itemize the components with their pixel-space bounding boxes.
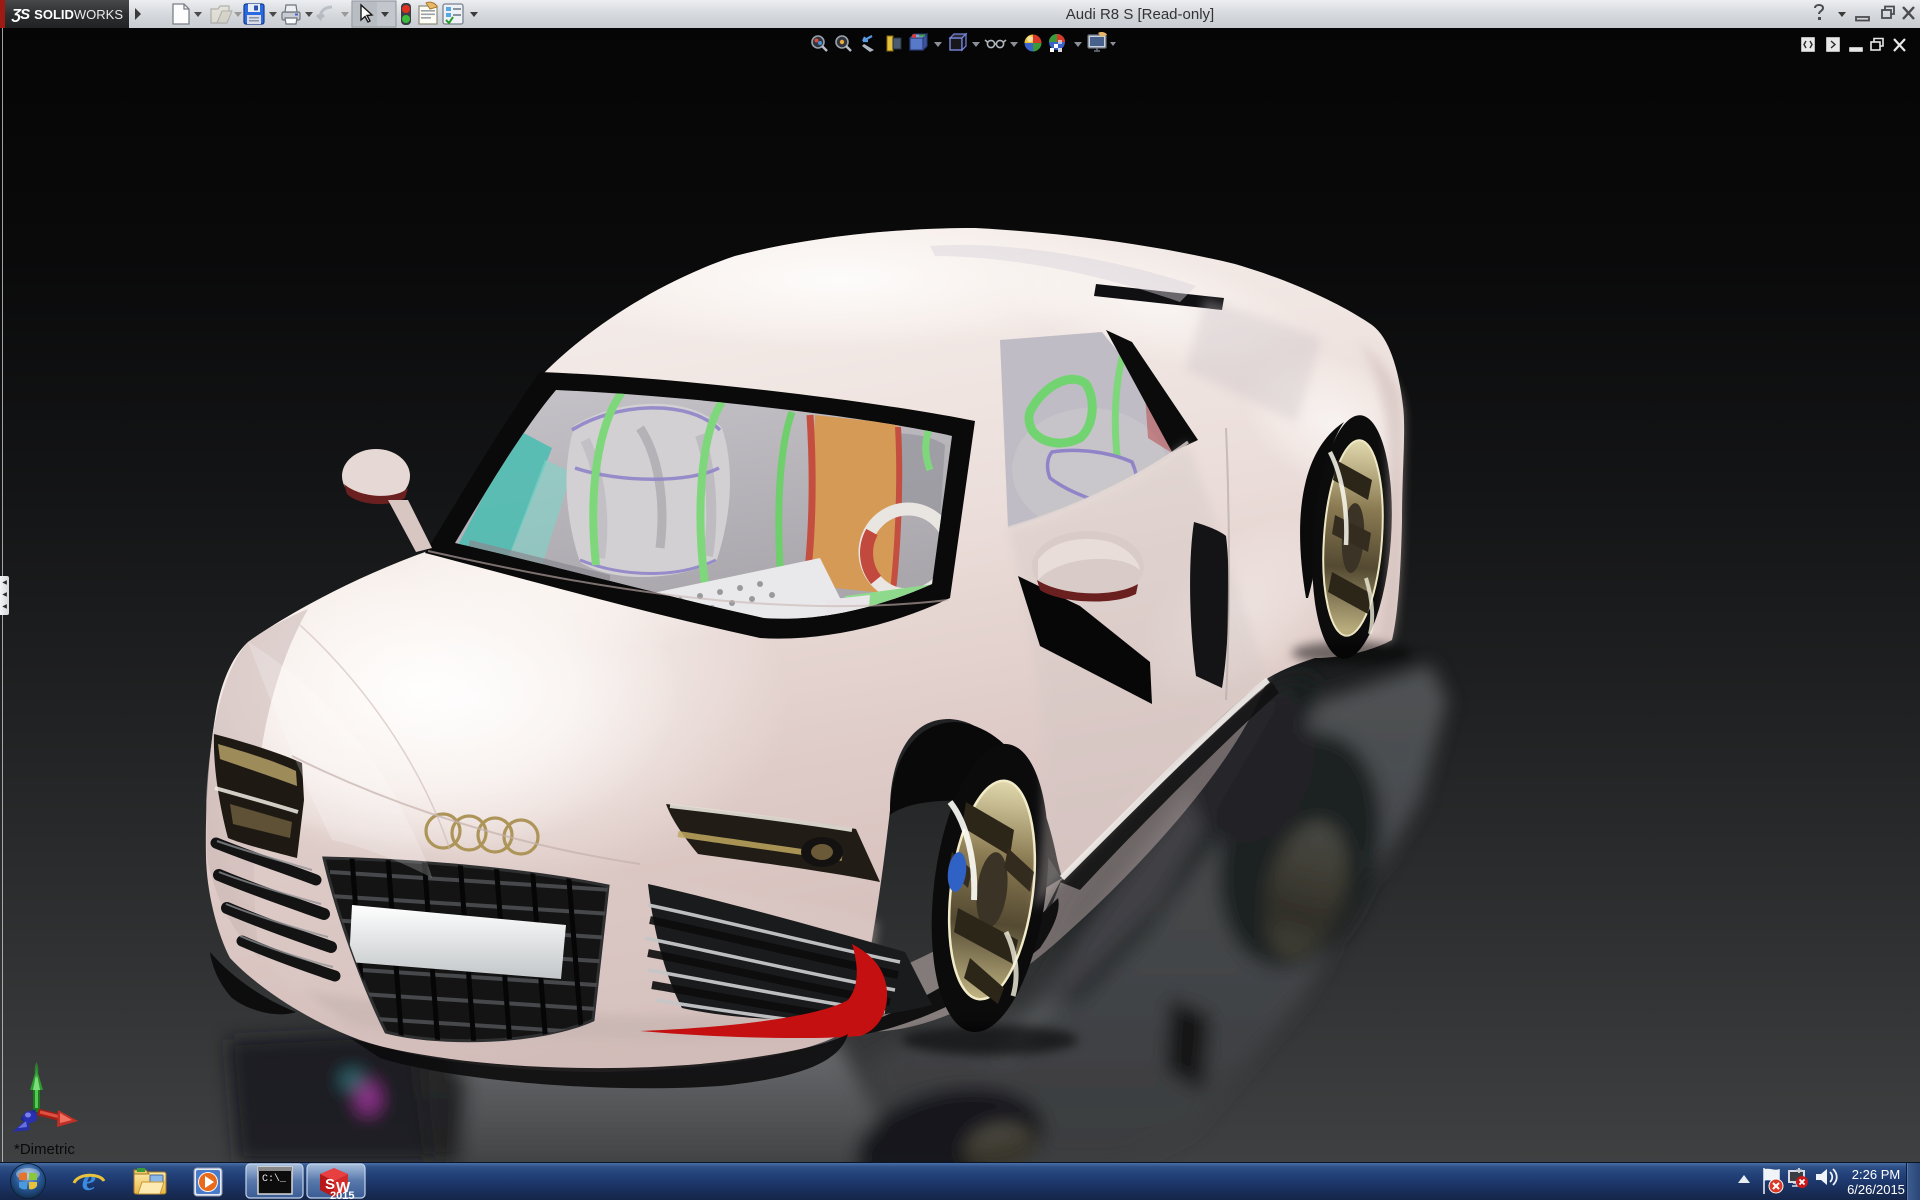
svg-text:e: e [82, 1162, 96, 1197]
svg-text:2015: 2015 [330, 1190, 354, 1200]
svg-text:C:\_: C:\_ [262, 1173, 287, 1185]
